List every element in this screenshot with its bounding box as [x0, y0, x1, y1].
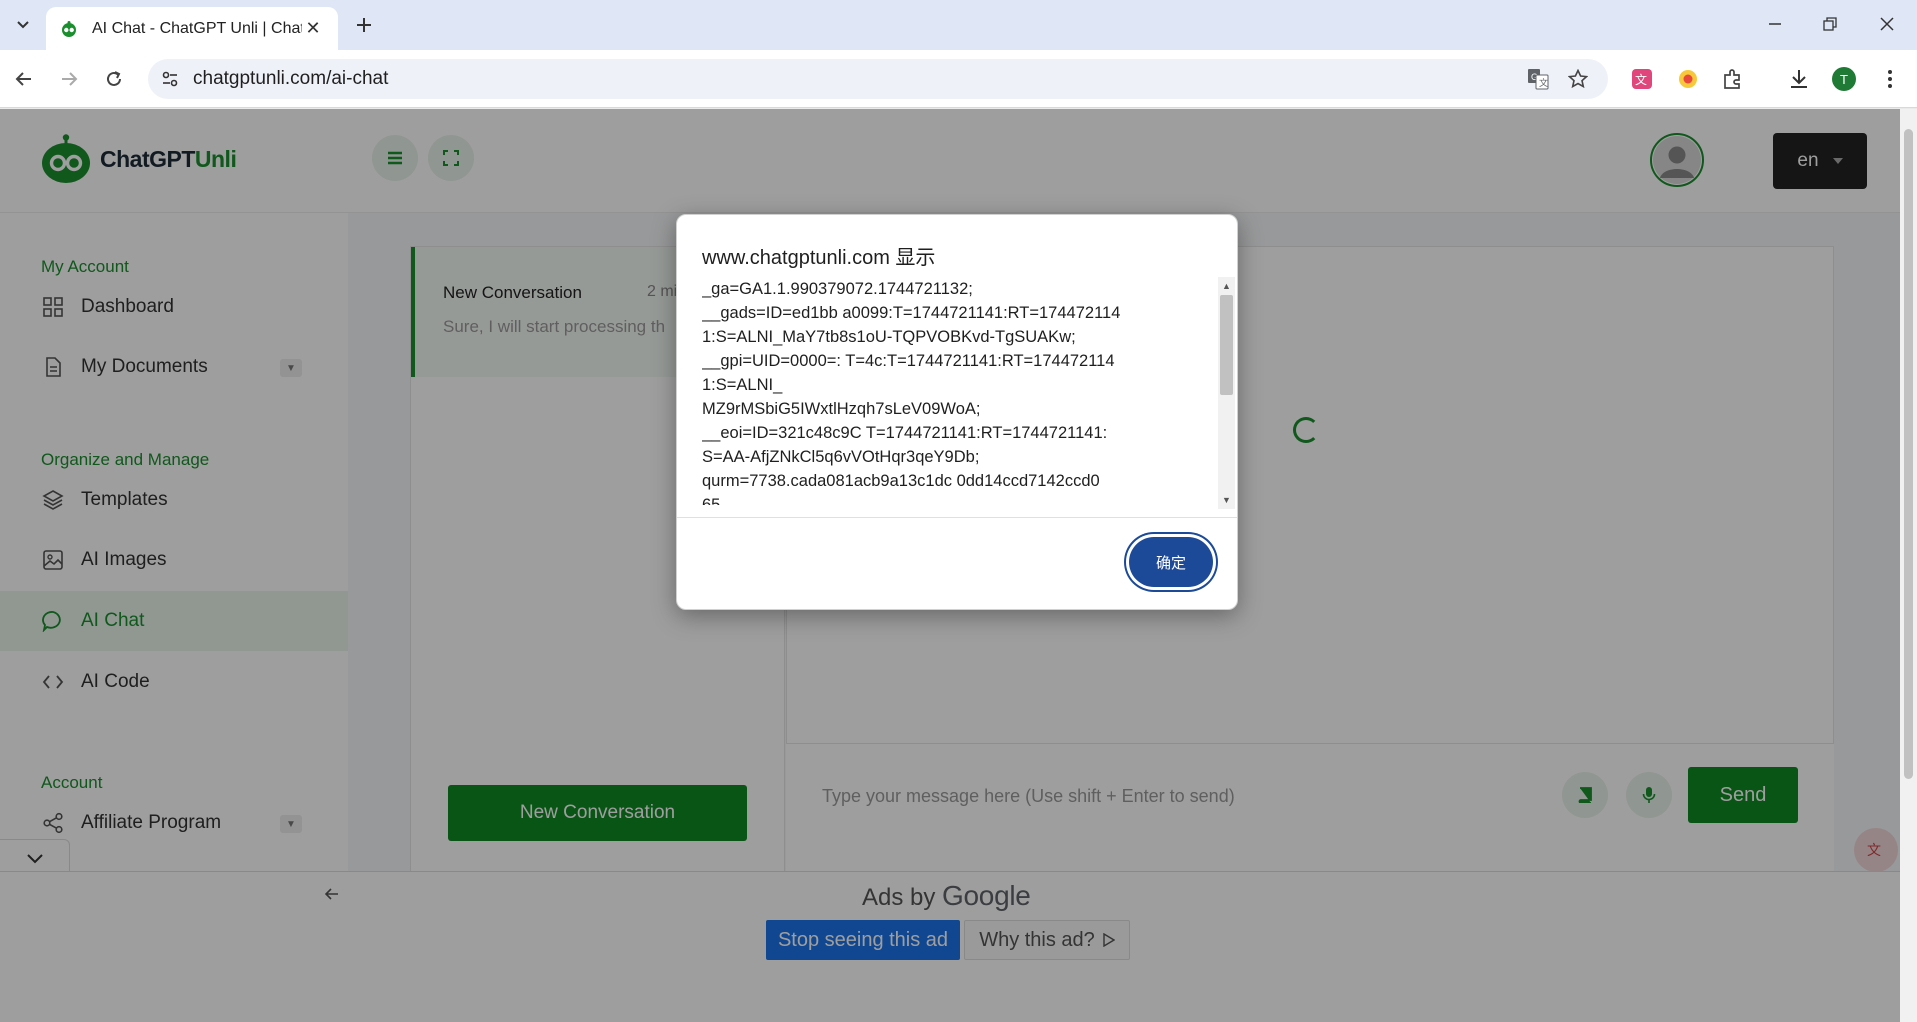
arrow-left-icon: [15, 72, 31, 86]
new-tab-button[interactable]: [350, 11, 378, 39]
minimize-button[interactable]: [1755, 8, 1795, 40]
dialog-line: __eoi=ID=321c48c9C T=1744721141:RT=17447…: [702, 424, 1108, 442]
dialog-line: __gads=ID=ed1bb a0099:T=1744721141:RT=17…: [702, 304, 1121, 322]
dialog-line: __gpi=UID=0000=: T=4c:T=1744721141:RT=17…: [702, 352, 1115, 370]
profile-initial: T: [1832, 67, 1856, 91]
plus-icon: [357, 18, 371, 32]
dialog-line: 1:S=ALNI_MaY7tb8s1oU-TQPVOBKvd-TgSUAKw;: [702, 328, 1076, 346]
back-button[interactable]: [8, 63, 40, 95]
dialog-line: 65: [702, 496, 721, 505]
page-scrollbar-thumb[interactable]: [1904, 129, 1913, 779]
dialog-title: www.chatgptunli.com 显示: [702, 247, 936, 269]
chevron-down-icon: [17, 21, 29, 29]
dialog-line: S=AA-AfjZNkCl5q6vVOtHqr3qeY9Db;: [702, 448, 980, 466]
dialog-scrollbar-thumb[interactable]: [1220, 295, 1233, 395]
url-text: chatgptunli.com/ai-chat: [193, 68, 389, 89]
profile-avatar[interactable]: T: [1831, 66, 1857, 92]
dialog-line: MZ9rMSbiG5IWxtlHzqh7sLeV09WoA;: [702, 400, 981, 418]
restore-button[interactable]: [1810, 8, 1850, 40]
svg-text:文: 文: [1635, 72, 1647, 87]
downloads-icon[interactable]: [1786, 66, 1812, 92]
ok-button[interactable]: 确定: [1129, 537, 1213, 587]
reload-button[interactable]: [98, 63, 130, 95]
dialog-divider: [677, 517, 1237, 518]
restore-icon: [1823, 17, 1837, 31]
site-settings-icon[interactable]: [158, 67, 182, 91]
tab-search-button[interactable]: [10, 12, 36, 38]
scroll-down-icon[interactable]: ▼: [1220, 493, 1233, 507]
extension-translate-icon[interactable]: 文: [1629, 66, 1655, 92]
tab-close-icon[interactable]: ✕: [302, 18, 324, 40]
extension-record-icon[interactable]: [1675, 66, 1701, 92]
page-scrollbar[interactable]: [1900, 109, 1917, 1022]
close-icon: [1880, 17, 1894, 31]
arrow-right-icon: [62, 72, 78, 86]
dialog-message: _ga=GA1.1.990379072.1744721132; __gads=I…: [702, 277, 1197, 505]
close-window-button[interactable]: [1867, 8, 1907, 40]
dialog-scrollbar[interactable]: ▲ ▼: [1218, 277, 1235, 509]
translate-page-icon[interactable]: G文: [1526, 67, 1550, 91]
svg-text:文: 文: [1539, 77, 1548, 89]
tab-strip: AI Chat - ChatGPT Unli | Chat ✕: [0, 0, 1917, 50]
dialog-line: qurm=7738.cada081acb9a13c1dc 0dd14ccd714…: [702, 472, 1100, 490]
bookmark-star-icon[interactable]: [1566, 67, 1590, 91]
browser-menu-button[interactable]: [1877, 66, 1903, 92]
chatgptunli-favicon-icon: [62, 20, 76, 37]
forward-button[interactable]: [53, 63, 85, 95]
minimize-icon: [1769, 23, 1781, 25]
reload-icon: [107, 71, 121, 86]
dialog-line: 1:S=ALNI_: [702, 376, 783, 394]
more-vertical-icon: [1888, 70, 1892, 88]
modal-backdrop: www.chatgptunli.com 显示 _ga=GA1.1.9903790…: [0, 109, 1900, 1022]
browser-toolbar: chatgptunli.com/ai-chat G文 文 T: [0, 50, 1917, 108]
alert-dialog: www.chatgptunli.com 显示 _ga=GA1.1.9903790…: [676, 214, 1238, 610]
dialog-line: _ga=GA1.1.990379072.1744721132;: [702, 280, 973, 298]
scroll-up-icon[interactable]: ▲: [1220, 279, 1233, 293]
tab-title: AI Chat - ChatGPT Unli | Chat: [92, 19, 302, 37]
extensions-puzzle-icon[interactable]: [1720, 66, 1746, 92]
browser-tab-active[interactable]: AI Chat - ChatGPT Unli | Chat ✕: [46, 7, 338, 50]
address-bar[interactable]: chatgptunli.com/ai-chat G文: [148, 59, 1608, 99]
